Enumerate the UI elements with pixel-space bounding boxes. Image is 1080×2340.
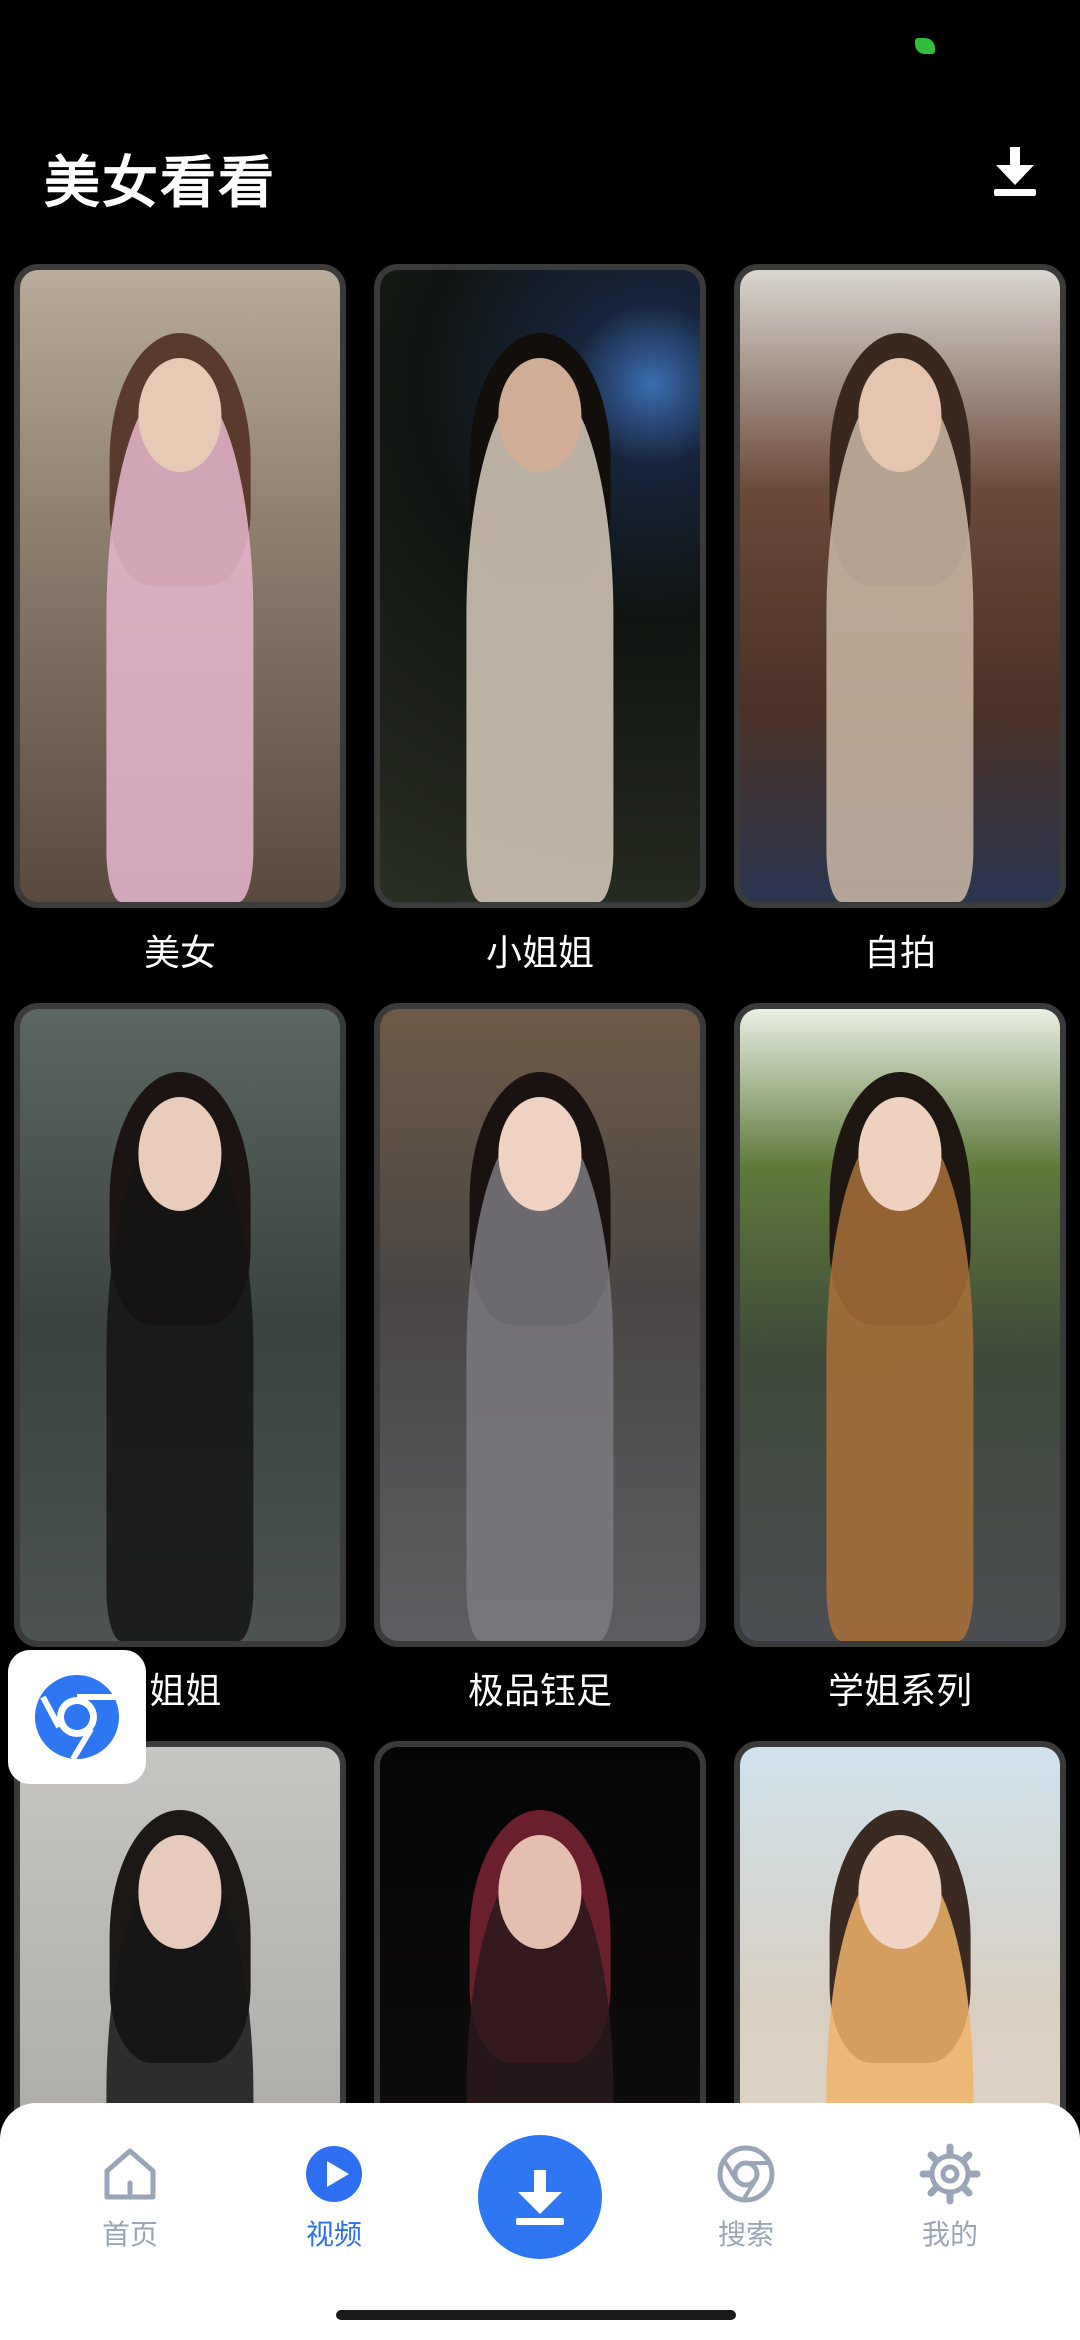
thumbnail-image — [380, 1009, 700, 1641]
category-card-5[interactable] — [374, 1003, 706, 1647]
nav-label-video: 视频 — [305, 2218, 362, 2251]
download-icon — [516, 2170, 564, 2225]
thumbnail-image — [740, 270, 1060, 902]
nav-item-settings[interactable]: 我的 — [880, 2143, 1020, 2253]
home-indicator[interactable] — [336, 2310, 736, 2320]
center-download-button[interactable] — [478, 2135, 602, 2259]
card-label: 极品钰足 — [467, 1671, 612, 1712]
bottom-navigation: 首页 视频 搜索 我的 — [0, 2103, 1080, 2340]
thumbnail-image — [380, 270, 700, 902]
nav-item-home[interactable]: 首页 — [60, 2143, 200, 2253]
play-icon — [306, 2146, 362, 2202]
card-label: 美女 — [143, 933, 216, 974]
nav-label-home: 首页 — [101, 2218, 158, 2251]
chrome-icon — [717, 2145, 775, 2203]
category-card-6[interactable] — [734, 1003, 1066, 1647]
card-label: 小姐姐 — [485, 933, 594, 974]
chrome-icon — [35, 1675, 119, 1761]
card-label: 学姐系列 — [827, 1671, 972, 1712]
page-title: 美女看看 — [44, 151, 276, 216]
category-card-4[interactable] — [14, 1003, 346, 1647]
header-download-button[interactable] — [990, 145, 1040, 197]
nav-item-search[interactable]: 搜索 — [676, 2143, 816, 2253]
home-icon — [104, 2148, 156, 2200]
category-card-2[interactable] — [374, 264, 706, 908]
nav-label-settings: 我的 — [921, 2218, 978, 2251]
category-card-1[interactable] — [14, 264, 346, 908]
card-label: 自拍 — [863, 933, 936, 974]
app-screen: 美女看看 美女 小姐姐 自拍 J姐姐 极品钰足 学姐系列 首页 视频 搜索 我的 — [0, 0, 1080, 2340]
thumbnail-image — [740, 1009, 1060, 1641]
floating-browser-button[interactable] — [8, 1650, 146, 1784]
download-icon — [994, 147, 1036, 196]
status-indicator-icon — [915, 38, 935, 54]
nav-item-video[interactable]: 视频 — [264, 2143, 404, 2253]
category-card-3[interactable] — [734, 264, 1066, 908]
thumbnail-image — [20, 270, 340, 902]
nav-label-search: 搜索 — [717, 2218, 774, 2251]
thumbnail-image — [20, 1009, 340, 1641]
gear-icon — [919, 2143, 981, 2205]
